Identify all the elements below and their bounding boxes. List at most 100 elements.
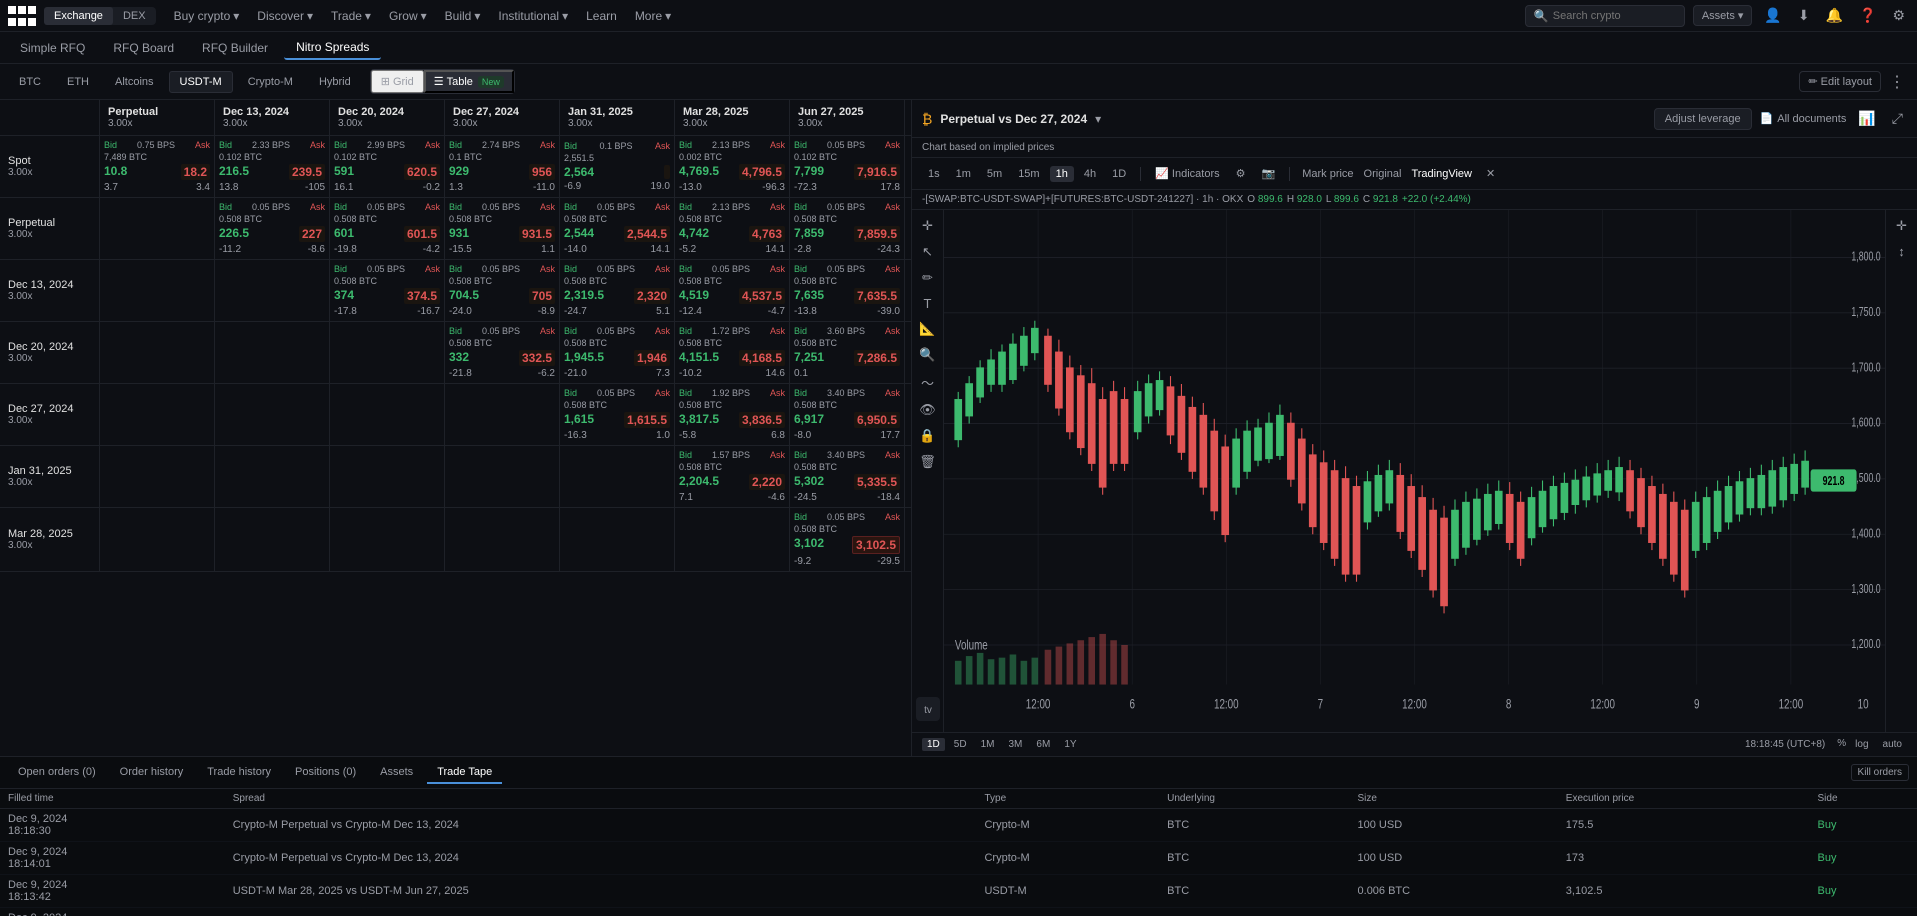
- institutional-btn[interactable]: Institutional ▾: [490, 5, 576, 27]
- spread-cell[interactable]: Bid 0.05 BPS Ask 0.508 BTC 931 931.5 -15…: [445, 198, 560, 259]
- screenshot-btn[interactable]: 📷: [1256, 165, 1282, 182]
- spread-cell[interactable]: Bid 0.05 BPS Ask 0.508 BTC 3,102 3,102.5…: [790, 508, 905, 571]
- buy-crypto-btn[interactable]: Buy crypto ▾: [166, 5, 248, 27]
- spread-cell[interactable]: Bid 1.57 BPS Ask 0.508 BTC 2,204.5 2,220…: [675, 446, 790, 507]
- tf-1d[interactable]: 1D: [1106, 166, 1132, 182]
- more-options-btn[interactable]: ⋮: [1885, 72, 1909, 92]
- chart-close-btn[interactable]: ✕: [1480, 165, 1501, 182]
- tab-open-orders[interactable]: Open orders (0): [8, 762, 106, 784]
- chart-settings-icon-btn[interactable]: ⚙: [1230, 165, 1252, 182]
- fib-tool[interactable]: 〜: [921, 373, 934, 392]
- spread-cell[interactable]: Bid 0.05 BPS Ask 0.508 BTC 226.5 227 -11…: [215, 198, 330, 259]
- log-btn[interactable]: log: [1850, 738, 1873, 751]
- dex-btn[interactable]: DEX: [113, 7, 156, 25]
- profile-icon-btn[interactable]: 👤: [1760, 3, 1785, 28]
- table-view-btn[interactable]: ☰ Table New: [424, 70, 514, 93]
- spread-cell[interactable]: Bid 0.05 BPS Ask 0.102 BTC 7,799 7,916.5…: [790, 136, 905, 197]
- tab-altcoins[interactable]: Altcoins: [104, 71, 165, 93]
- time-1d[interactable]: 1D: [922, 738, 945, 751]
- spread-cell[interactable]: Bid 0.05 BPS Ask 0.508 BTC 332 332.5 -21…: [445, 322, 560, 383]
- tab-positions[interactable]: Positions (0): [285, 762, 366, 784]
- time-6m[interactable]: 6M: [1031, 738, 1055, 751]
- trash-tool[interactable]: 🗑: [919, 454, 936, 470]
- spread-cell[interactable]: Bid 3.40 BPS Ask 0.508 BTC 6,917 6,950.5…: [790, 384, 905, 445]
- tab-crypto-m[interactable]: Crypto-M: [237, 71, 304, 93]
- tf-1h[interactable]: 1h: [1050, 166, 1074, 182]
- time-1m[interactable]: 1M: [976, 738, 1000, 751]
- spread-cell[interactable]: Bid 2.13 BPS Ask 0.002 BTC 4,769.5 4,796…: [675, 136, 790, 197]
- mark-price-btn[interactable]: Mark price: [1298, 166, 1357, 182]
- subnav-simple-rfq[interactable]: Simple RFQ: [8, 37, 97, 59]
- spread-cell[interactable]: Bid 3.60 BPS Ask 0.508 BTC 7,251 7,286.5…: [790, 322, 905, 383]
- spread-cell[interactable]: Bid 0.05 BPS Ask 0.508 BTC 2,319.5 2,320…: [560, 260, 675, 321]
- spread-cell[interactable]: Bid 0.05 BPS Ask 0.508 BTC 704.5 705 -24…: [445, 260, 560, 321]
- dropdown-icon[interactable]: ▾: [1095, 112, 1101, 126]
- notifications-icon-btn[interactable]: 🔔: [1822, 3, 1847, 28]
- more-btn[interactable]: More ▾: [627, 5, 679, 27]
- measure-tool[interactable]: 📐: [919, 321, 935, 337]
- spread-cell[interactable]: Bid 2.33 BPS Ask 0.102 BTC 216.5 239.5 1…: [215, 136, 330, 197]
- spread-cell[interactable]: Bid 0.05 BPS Ask 0.508 BTC 1,615 1,615.5…: [560, 384, 675, 445]
- grow-btn[interactable]: Grow ▾: [381, 5, 435, 27]
- eye-tool[interactable]: 👁: [919, 402, 936, 418]
- spread-cell[interactable]: Bid 2.99 BPS Ask 0.102 BTC 591 620.5 16.…: [330, 136, 445, 197]
- subnav-rfq-board[interactable]: RFQ Board: [101, 37, 186, 59]
- spread-cell[interactable]: Bid 3.40 BPS Ask 0.508 BTC 5,302 5,335.5…: [790, 446, 905, 507]
- download-icon-btn[interactable]: ⬇: [1794, 3, 1814, 28]
- tf-1m[interactable]: 1m: [950, 166, 977, 182]
- okx-logo[interactable]: [8, 6, 36, 26]
- draw-tool[interactable]: ✏: [922, 270, 933, 286]
- spread-cell[interactable]: Bid 0.05 BPS Ask 0.508 BTC 4,519 4,537.5…: [675, 260, 790, 321]
- spread-cell[interactable]: Bid 0.05 BPS Ask 0.508 BTC 374 374.5 -17…: [330, 260, 445, 321]
- indicators-btn[interactable]: 📈 Indicators: [1149, 165, 1225, 182]
- spread-cell[interactable]: Bid 0.05 BPS Ask 0.508 BTC 1,945.5 1,946…: [560, 322, 675, 383]
- cursor-tool[interactable]: ↖: [922, 244, 933, 260]
- crosshair-tool[interactable]: ✛: [922, 218, 933, 234]
- tab-assets[interactable]: Assets: [370, 762, 423, 784]
- spread-cell[interactable]: Bid 1.72 BPS Ask 0.508 BTC 4,151.5 4,168…: [675, 322, 790, 383]
- spread-cell[interactable]: Bid 2.74 BPS Ask 0.1 BTC 929 956 1.3 -11…: [445, 136, 560, 197]
- zoom-tool[interactable]: 🔍: [919, 347, 935, 363]
- build-btn[interactable]: Build ▾: [437, 5, 489, 27]
- exchange-btn[interactable]: Exchange: [44, 7, 113, 25]
- search-box[interactable]: 🔍: [1525, 5, 1685, 27]
- tf-15m[interactable]: 15m: [1012, 166, 1045, 182]
- tf-5m[interactable]: 5m: [981, 166, 1008, 182]
- discover-btn[interactable]: Discover ▾: [249, 5, 321, 27]
- all-documents-btn[interactable]: 📄 All documents: [1760, 112, 1847, 125]
- spread-cell[interactable]: Bid 0.1 BPS Ask 2,551.5 2,564 -6.9 19.0: [560, 136, 675, 197]
- edit-layout-btn[interactable]: ✏ Edit layout: [1799, 71, 1881, 92]
- right-tool-2[interactable]: ↕: [1898, 244, 1905, 259]
- learn-btn[interactable]: Learn: [578, 5, 625, 27]
- tab-eth[interactable]: ETH: [56, 71, 100, 93]
- grid-view-btn[interactable]: ⊞ Grid: [371, 70, 424, 93]
- time-5d[interactable]: 5D: [949, 738, 972, 751]
- spread-cell[interactable]: Bid 2.13 BPS Ask 0.508 BTC 4,742 4,763 -…: [675, 198, 790, 259]
- tradingview-btn[interactable]: TradingView: [1407, 166, 1476, 182]
- search-input[interactable]: [1553, 10, 1673, 22]
- auto-btn[interactable]: auto: [1878, 738, 1907, 751]
- tab-trade-history[interactable]: Trade history: [197, 762, 281, 784]
- exchange-dex-toggle[interactable]: Exchange DEX: [44, 7, 156, 25]
- original-btn[interactable]: Original: [1360, 166, 1406, 182]
- tab-order-history[interactable]: Order history: [110, 762, 194, 784]
- spread-cell[interactable]: Bid 0.05 BPS Ask 0.508 BTC 601 601.5 -19…: [330, 198, 445, 259]
- time-3m[interactable]: 3M: [1004, 738, 1028, 751]
- adjust-leverage-btn[interactable]: Adjust leverage: [1654, 108, 1752, 130]
- tab-trade-tape[interactable]: Trade Tape: [427, 762, 502, 784]
- tab-btc[interactable]: BTC: [8, 71, 52, 93]
- chart-settings-btn[interactable]: 📊: [1854, 106, 1879, 131]
- subnav-rfq-builder[interactable]: RFQ Builder: [190, 37, 280, 59]
- chart-expand-btn[interactable]: ⤢: [1888, 106, 1907, 131]
- spread-cell[interactable]: Bid 0.05 BPS Ask 0.508 BTC 7,859 7,859.5…: [790, 198, 905, 259]
- magnet-tool[interactable]: 🔒: [919, 428, 935, 444]
- spread-cell[interactable]: Bid 0.05 BPS Ask 0.508 BTC 2,544 2,544.5…: [560, 198, 675, 259]
- spread-cell[interactable]: Bid 0.05 BPS Ask 0.508 BTC 7,635 7,635.5…: [790, 260, 905, 321]
- trade-btn[interactable]: Trade ▾: [323, 5, 379, 27]
- kill-orders-btn[interactable]: Kill orders: [1851, 764, 1909, 781]
- subnav-nitro-spreads[interactable]: Nitro Spreads: [284, 36, 381, 60]
- settings-icon-btn[interactable]: ⚙: [1888, 3, 1909, 28]
- tf-4h[interactable]: 4h: [1078, 166, 1102, 182]
- spread-cell[interactable]: Bid 0.75 BPS Ask 7,489 BTC 10.8 18.2 3.7…: [100, 136, 215, 197]
- text-tool[interactable]: T: [924, 296, 932, 311]
